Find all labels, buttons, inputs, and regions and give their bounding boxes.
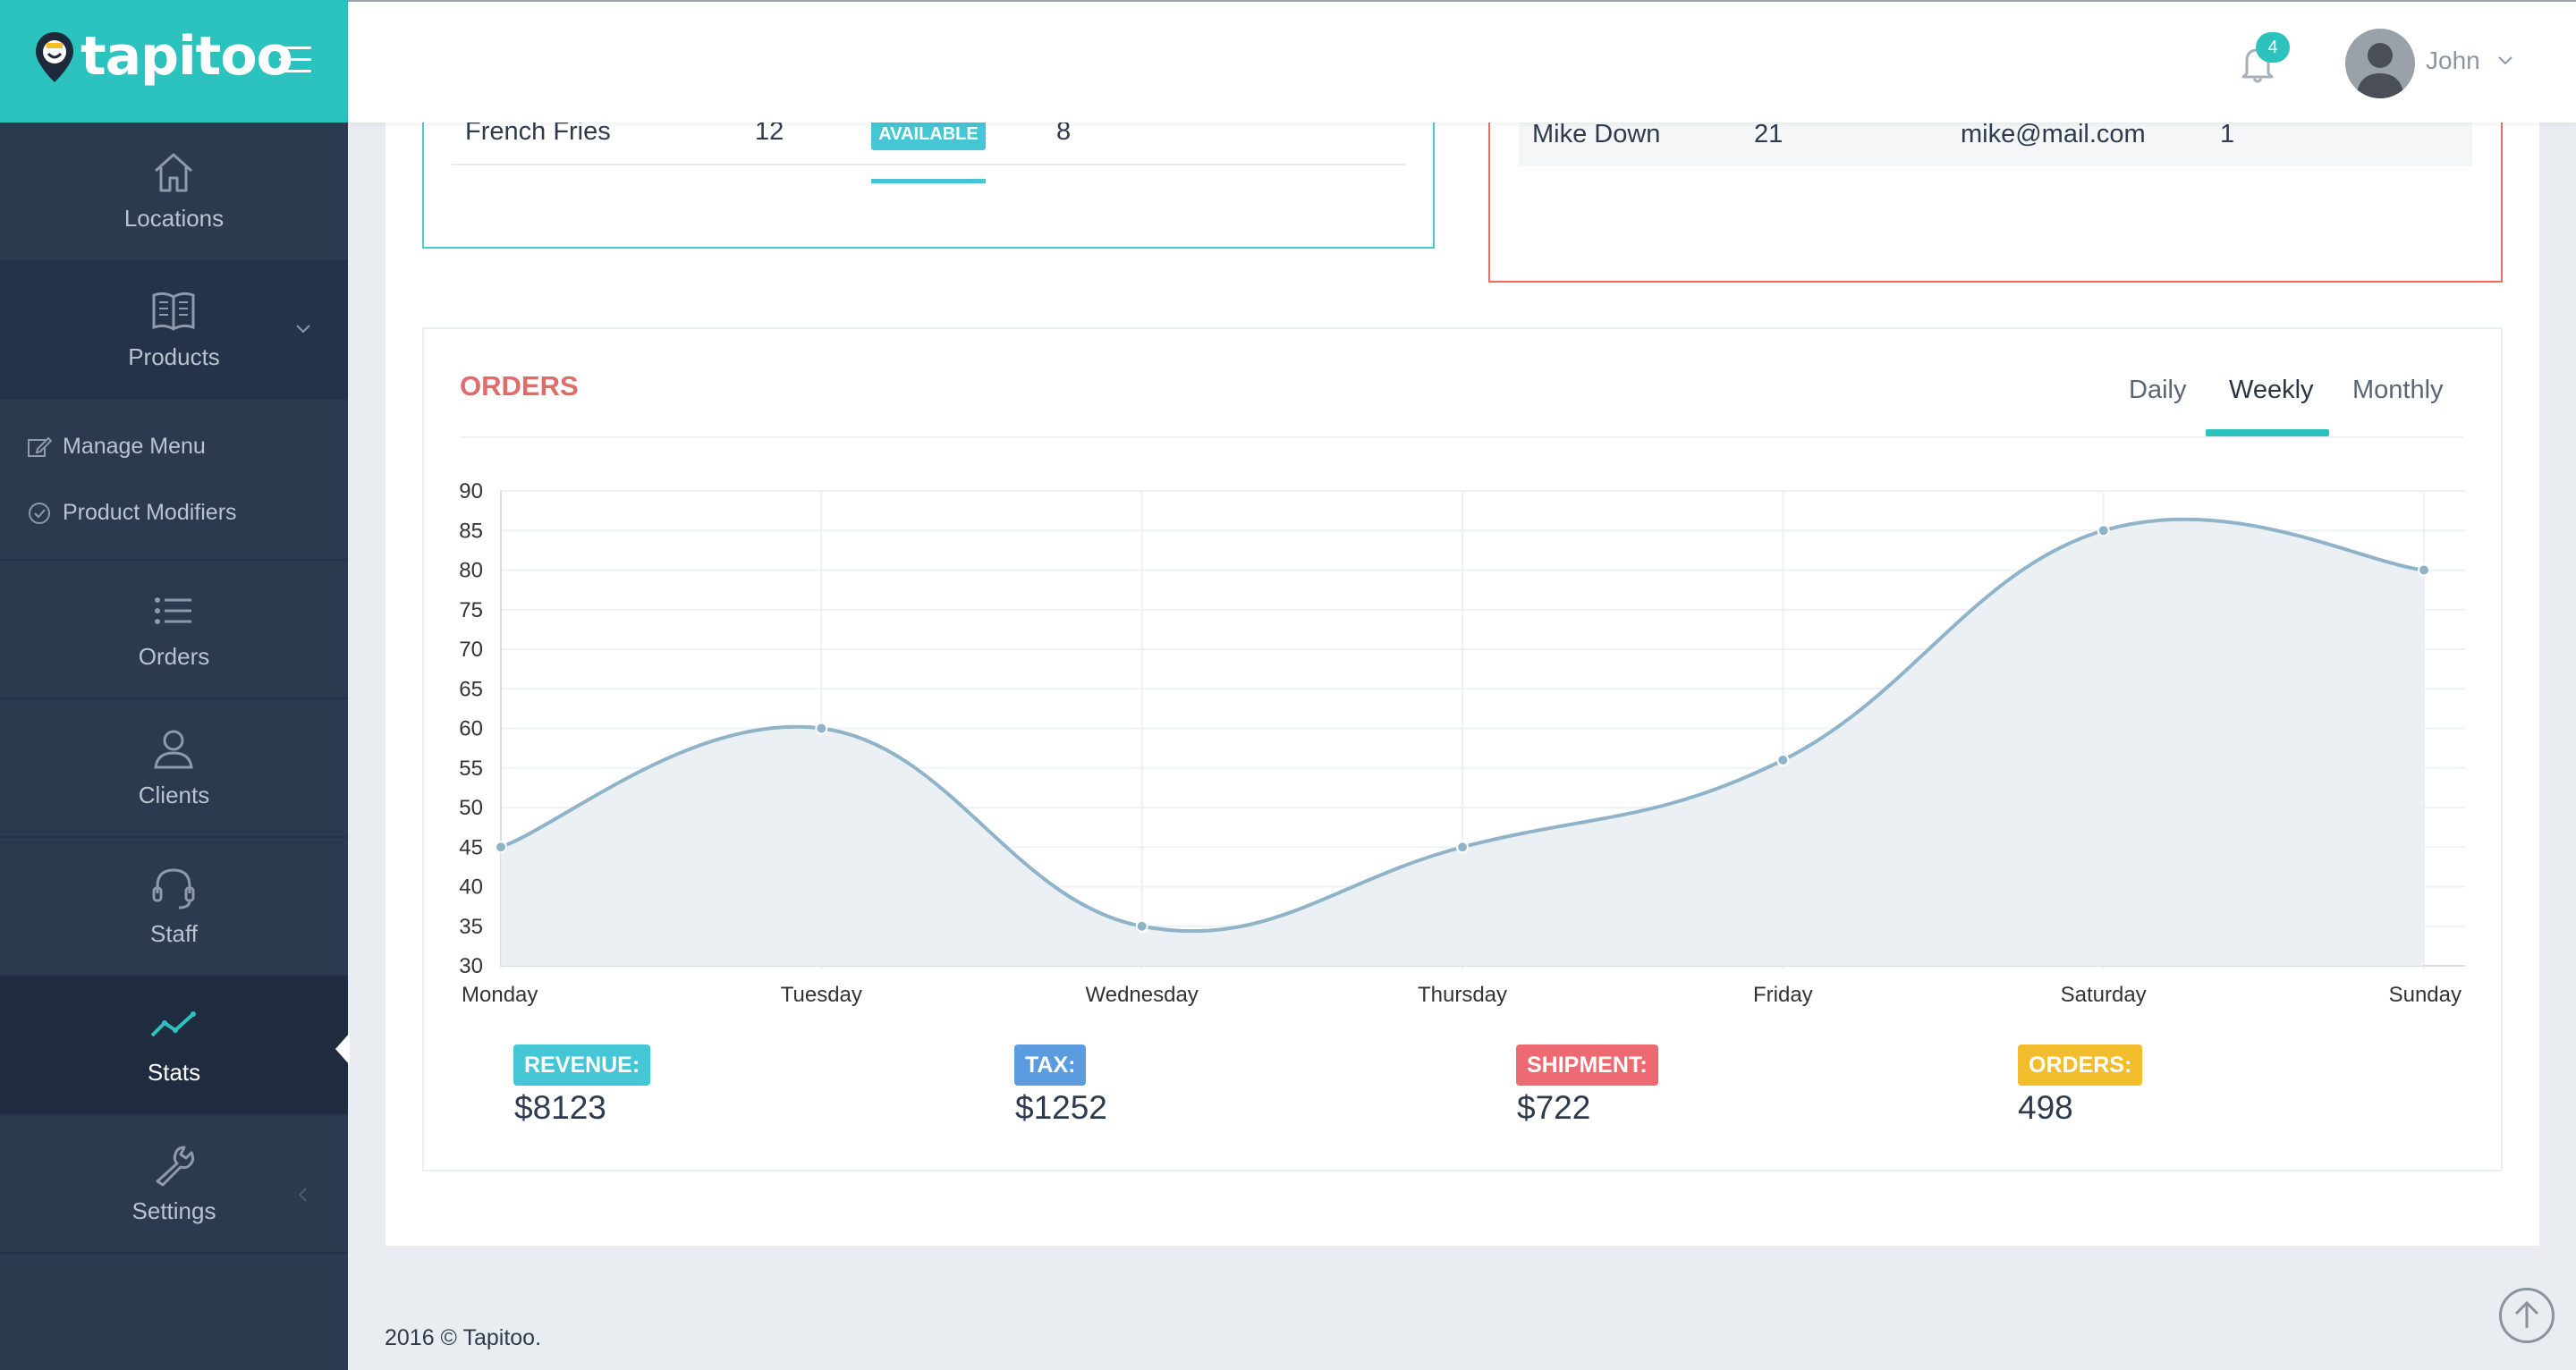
sidebar-item-locations[interactable]: Locations (0, 123, 348, 261)
active-tab-indicator (2206, 429, 2329, 436)
sidebar-item-stats[interactable]: Stats (0, 977, 348, 1115)
sidebar-item-orders[interactable]: Orders (0, 561, 348, 699)
edit-icon (28, 436, 52, 457)
x-tick-label: Tuesday (781, 983, 862, 1007)
x-tick-label: Wednesday (1086, 983, 1199, 1007)
tab-daily[interactable]: Daily (2129, 376, 2186, 405)
stat-value: $722 (1517, 1089, 1591, 1126)
stat-tax: TAX: (1014, 1044, 1087, 1086)
data-point (1135, 919, 1148, 933)
logo-icon (36, 32, 73, 82)
sidebar-item-label: Orders (138, 643, 210, 670)
client-name: Mike Down (1532, 120, 1661, 148)
submenu-item-label: Product Modifiers (63, 500, 237, 525)
stat-value: $1252 (1015, 1089, 1107, 1126)
sidebar-item-label: Settings (131, 1197, 216, 1224)
headset-icon (152, 868, 195, 909)
submenu-item-product-modifiers[interactable]: Product Modifiers (27, 500, 237, 526)
home-icon (154, 153, 193, 192)
avatar[interactable] (2345, 29, 2415, 98)
client-email: mike@mail.com (1961, 120, 2146, 148)
tab-monthly[interactable]: Monthly (2352, 376, 2444, 405)
orders-chart: 90 85 80 75 70 65 60 55 50 45 40 35 30 Monday Tuesday W… (459, 479, 2465, 1007)
x-tick-label: Monday (462, 983, 538, 1007)
y-tick-label: 50 (459, 796, 483, 820)
row-divider (452, 164, 1405, 165)
user-name[interactable]: John (2426, 47, 2480, 75)
wrench-icon (156, 1146, 195, 1187)
y-tick-label: 40 (459, 875, 483, 900)
arrow-up-icon (2514, 1300, 2539, 1328)
sidebar-item-label: Staff (149, 920, 198, 947)
sidebar: tapitoo Locations Products Manage Menu P… (0, 0, 350, 1370)
sidebar-item-staff[interactable]: Staff (0, 838, 348, 977)
check-circle-icon (29, 502, 50, 524)
sidebar-item-clients[interactable]: Clients (0, 699, 348, 838)
user-icon (154, 730, 193, 769)
y-tick-label: 65 (459, 677, 483, 701)
y-tick-label: 85 (459, 519, 483, 543)
menu-toggle-icon[interactable] (279, 47, 311, 73)
data-point (2097, 524, 2110, 537)
chevron-left-icon (298, 1188, 307, 1202)
y-tick-label: 90 (459, 479, 483, 503)
footer-copyright: 2016 © Tapitoo. (385, 1325, 542, 1350)
y-tick-label: 60 (459, 717, 483, 741)
notification-badge[interactable]: 4 (2256, 32, 2290, 63)
client-age: 21 (1754, 120, 1784, 148)
x-tick-label: Sunday (2389, 983, 2462, 1007)
data-point (1456, 841, 1469, 854)
stat-value: $8123 (514, 1089, 606, 1126)
list-icon (155, 597, 191, 624)
sidebar-item-label: Stats (147, 1059, 201, 1086)
status-badge: AVAILABLE (871, 118, 986, 150)
y-tick-label: 30 (459, 954, 483, 978)
stat-badge: SHIPMENT: (1516, 1044, 1658, 1086)
sidebar-item-label: Products (128, 343, 220, 370)
client-count: 1 (2220, 120, 2235, 148)
x-tick-label: Saturday (2061, 983, 2147, 1007)
stat-badge: TAX: (1014, 1044, 1087, 1086)
scroll-to-top-button[interactable] (2499, 1288, 2555, 1343)
trend-icon (150, 1011, 196, 1037)
stat-value: 498 (2018, 1089, 2073, 1126)
data-point (495, 841, 507, 854)
book-icon (152, 292, 195, 331)
products-submenu: Manage Menu Product Modifiers (0, 402, 348, 561)
submenu-item-label: Manage Menu (63, 434, 206, 459)
scroll-indicator (871, 179, 986, 183)
stat-badge: REVENUE: (513, 1044, 651, 1086)
tab-weekly[interactable]: Weekly (2229, 376, 2314, 405)
y-tick-label: 80 (459, 559, 483, 583)
stat-badge: ORDERS: (2018, 1044, 2143, 1086)
tabs-divider (460, 436, 2463, 438)
stat-revenue: REVENUE: (513, 1044, 651, 1086)
chevron-down-icon[interactable] (2497, 55, 2513, 66)
y-tick-label: 45 (459, 835, 483, 859)
brand-bar: tapitoo (0, 0, 348, 123)
y-tick-label: 75 (459, 598, 483, 622)
chevron-down-icon (296, 325, 310, 334)
sidebar-item-label: Locations (123, 205, 225, 232)
stat-orders: ORDERS: (2018, 1044, 2143, 1086)
active-pointer (335, 1033, 350, 1065)
y-tick-label: 55 (459, 757, 483, 781)
sidebar-item-products[interactable]: Products (0, 261, 348, 400)
x-tick-label: Thursday (1418, 983, 1507, 1007)
x-tick-label: Friday (1753, 983, 1813, 1007)
stat-shipment: SHIPMENT: (1516, 1044, 1658, 1086)
sidebar-item-label: Clients (138, 782, 210, 808)
brand-name[interactable]: tapitoo (80, 25, 293, 88)
y-tick-label: 70 (459, 638, 483, 662)
sidebar-item-settings[interactable]: Settings (0, 1115, 348, 1254)
data-point (815, 722, 828, 735)
data-point (1776, 753, 1790, 766)
data-point (2418, 563, 2430, 577)
orders-title: ORDERS (460, 370, 579, 402)
y-tick-label: 35 (459, 915, 483, 939)
submenu-item-manage-menu[interactable]: Manage Menu (27, 434, 206, 460)
